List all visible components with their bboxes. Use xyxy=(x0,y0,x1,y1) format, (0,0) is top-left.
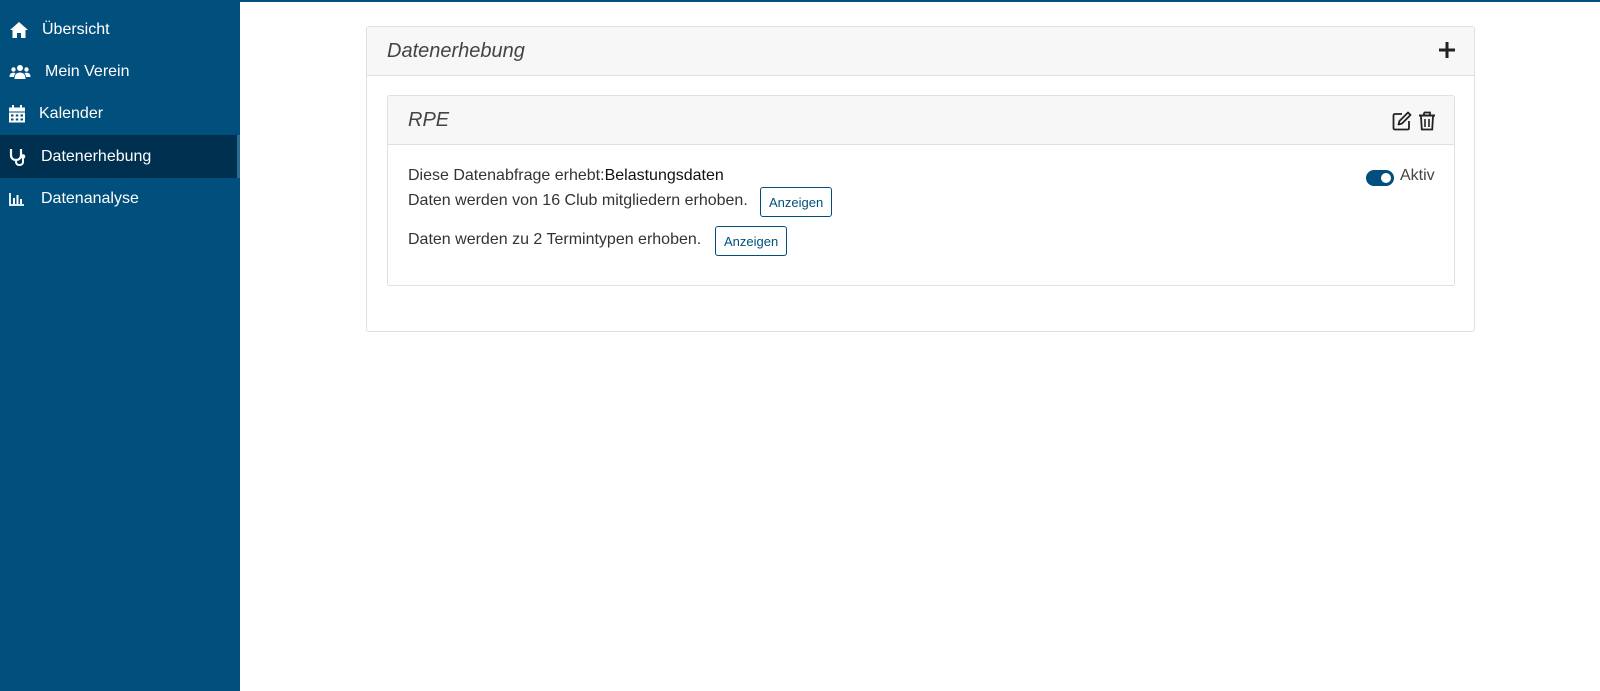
show-members-button[interactable]: Anzeigen xyxy=(760,187,833,217)
sidebar-item-label: Datenerhebung xyxy=(41,147,152,165)
page-title: Datenerhebung xyxy=(387,40,525,62)
calendar-icon xyxy=(9,105,25,123)
sidebar-item-label: Übersicht xyxy=(42,21,110,38)
edit-icon[interactable] xyxy=(1392,111,1412,131)
survey-card: RPE Diese Datenabfrage erhebt:Belastungs… xyxy=(387,95,1455,286)
sidebar-item-label: Datenanalyse xyxy=(41,190,139,207)
sidebar-item-label: Kalender xyxy=(39,105,104,122)
bar-chart-icon xyxy=(9,193,24,206)
datenerhebung-card: Datenerhebung RPE Diese Datenabfrage erh… xyxy=(366,26,1475,332)
active-label: Aktiv xyxy=(1400,167,1435,184)
active-toggle[interactable] xyxy=(1366,170,1394,186)
survey-title: RPE xyxy=(408,109,450,131)
collects-line: Diese Datenabfrage erhebt:Belastungsdate… xyxy=(408,167,724,185)
sidebar-item-label: Mein Verein xyxy=(45,63,130,80)
toggle-knob xyxy=(1381,173,1391,183)
card-header: Datenerhebung xyxy=(367,27,1474,76)
sidebar: Übersicht Mein Verein Kalender Datenerhe… xyxy=(0,0,240,691)
show-termintypes-button[interactable]: Anzeigen xyxy=(715,226,788,256)
users-icon xyxy=(9,65,31,79)
top-accent-line xyxy=(0,0,1600,2)
sidebar-item-mein-verein[interactable]: Mein Verein xyxy=(0,51,240,93)
collects-value: Belastungsdaten xyxy=(604,167,724,184)
trash-icon[interactable] xyxy=(1418,111,1436,131)
collects-prefix: Diese Datenabfrage erhebt: xyxy=(408,167,605,184)
sidebar-item-datenerhebung[interactable]: Datenerhebung xyxy=(0,135,240,178)
sidebar-item-uebersicht[interactable]: Übersicht xyxy=(0,9,240,51)
termintypes-text: Daten werden zu 2 Termintypen erhoben. xyxy=(408,231,702,248)
stethoscope-icon xyxy=(9,148,26,166)
sidebar-item-datenanalyse[interactable]: Datenanalyse xyxy=(0,178,240,220)
plus-icon[interactable] xyxy=(1436,39,1458,61)
members-text: Daten werden von 16 Club mitgliedern erh… xyxy=(408,192,748,209)
sidebar-item-kalender[interactable]: Kalender xyxy=(0,93,240,135)
home-icon xyxy=(10,22,28,38)
survey-card-header: RPE xyxy=(388,96,1454,145)
